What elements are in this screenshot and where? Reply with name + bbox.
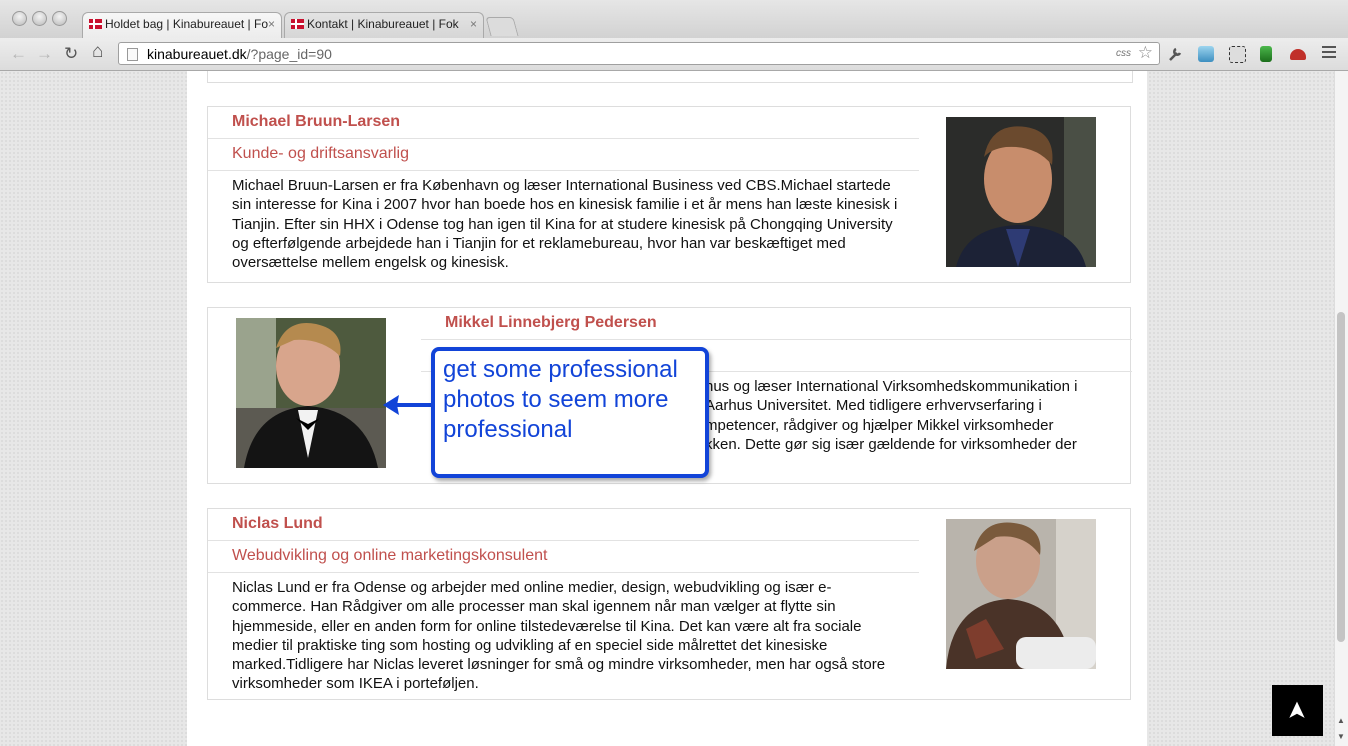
tab-close-icon[interactable]: × [470, 17, 477, 31]
tab-title: Holdet bag | Kinabureauet | Fo [105, 17, 269, 31]
close-window-button[interactable] [12, 11, 27, 26]
scroll-down-arrow-icon[interactable]: ▼ [1337, 732, 1345, 741]
danish-flag-icon [291, 19, 304, 29]
member-name: Michael Bruun-Larsen [232, 113, 401, 130]
team-member-card: Michael Bruun-Larsen Kunde- og driftsans… [207, 106, 1131, 283]
divider [208, 170, 919, 171]
member-photo [946, 519, 1096, 669]
annotation-arrow-icon [383, 395, 434, 415]
tab-title: Kontakt | Kinabureauet | Fok [307, 17, 459, 31]
tab-close-icon[interactable]: × [268, 17, 275, 31]
minimize-window-button[interactable] [32, 11, 47, 26]
divider [421, 339, 1132, 340]
member-role: Webudvikling og online marketingskonsule… [232, 547, 548, 564]
css-extension-badge[interactable]: css [1116, 48, 1131, 59]
annotation-callout: get some professional photos to seem mor… [431, 347, 709, 478]
forward-arrow-icon[interactable]: → [36, 44, 53, 64]
shopping-extension-icon[interactable] [1290, 49, 1306, 60]
tab-holdet-bag[interactable]: Holdet bag | Kinabureauet | Fo × [82, 12, 282, 38]
scroll-up-arrow-icon[interactable]: ▲ [1337, 716, 1345, 725]
divider [208, 572, 919, 573]
extension-icon[interactable] [1198, 46, 1214, 62]
previous-card-edge [207, 71, 1133, 83]
team-member-card: Niclas Lund Webudvikling og online marke… [207, 508, 1131, 700]
page-icon [127, 48, 138, 61]
member-photo [946, 117, 1096, 267]
divider [208, 138, 919, 139]
member-photo [236, 318, 386, 468]
browser-titlebar: Holdet bag | Kinabureauet | Fo × Kontakt… [0, 0, 1348, 38]
url-text[interactable]: kinabureauet.dk/?page_id=90 [147, 46, 332, 62]
address-bar[interactable]: kinabureauet.dk/?page_id=90 css ☆ [118, 42, 1160, 65]
home-icon[interactable]: ⌂ [92, 41, 103, 63]
member-bio: Niclas Lund er fra Odense og arbejder me… [232, 579, 886, 693]
evernote-extension-icon[interactable] [1260, 46, 1272, 62]
reload-icon[interactable]: ↻ [64, 44, 78, 64]
bookmark-star-icon[interactable]: ☆ [1138, 43, 1153, 63]
scrollbar-thumb[interactable] [1337, 312, 1345, 642]
up-arrow-icon: ➤ [1283, 700, 1311, 721]
divider [208, 540, 919, 541]
menu-icon[interactable] [1322, 46, 1336, 61]
member-bio: Michael Bruun-Larsen er fra København og… [232, 177, 898, 272]
danish-flag-icon [89, 19, 102, 29]
screenshot-extension-icon[interactable] [1229, 46, 1246, 63]
back-arrow-icon[interactable]: ← [10, 44, 27, 64]
member-name: Niclas Lund [232, 515, 323, 532]
browser-toolbar: ← → ↻ ⌂ kinabureauet.dk/?page_id=90 css … [0, 38, 1348, 71]
member-bio: hus og læser International Virksomhedsko… [705, 378, 1078, 453]
zoom-window-button[interactable] [52, 11, 67, 26]
new-tab-button[interactable] [485, 17, 519, 36]
member-name: Mikkel Linnebjerg Pedersen [445, 314, 657, 331]
back-to-top-button[interactable]: ➤ [1272, 685, 1323, 736]
tab-kontakt[interactable]: Kontakt | Kinabureauet | Fok × [284, 12, 484, 38]
member-role: Kunde- og driftsansvarlig [232, 145, 409, 162]
page-viewport: Michael Bruun-Larsen Kunde- og driftsans… [0, 71, 1334, 746]
annotation-text: get some professional photos to seem mor… [443, 356, 678, 443]
wrench-icon[interactable] [1167, 46, 1183, 62]
